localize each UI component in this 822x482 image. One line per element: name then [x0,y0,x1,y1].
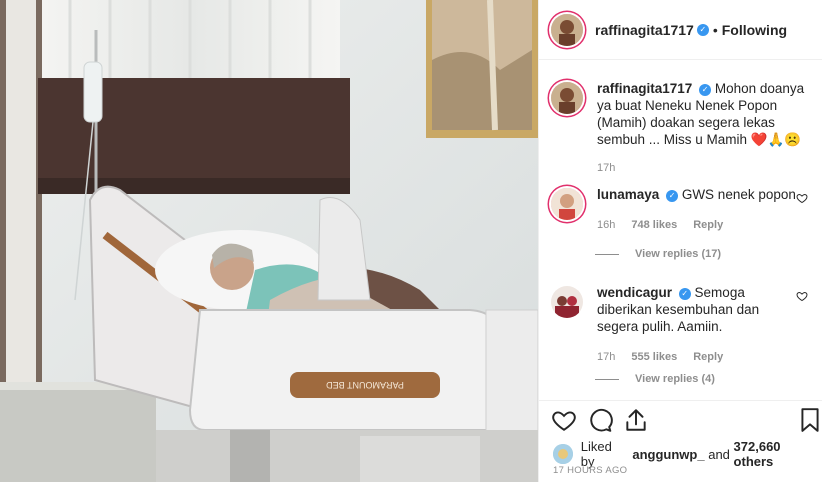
commenter-username[interactable]: wendicagur [597,285,672,300]
post-photo: PARAMOUNT BED [0,0,538,482]
bookmark-icon[interactable] [797,407,822,433]
view-replies-line [595,253,619,255]
view-replies-line [595,378,619,380]
comment-text: GWS nenek popon [681,187,796,202]
avatar-image [553,444,573,464]
view-replies-label: View replies (17) [635,248,722,260]
caption-username[interactable]: raffinagita1717 [597,81,692,96]
comments-list: raffinagita1717 ✓ Mohon doanya ya buat N… [539,60,822,400]
commenter-avatar[interactable] [551,286,583,318]
verified-badge-icon: ✓ [699,84,712,96]
verified-badge-icon: ✓ [696,23,709,36]
post-header: raffinagita1717 ✓ • Following [539,0,822,60]
avatar-image [551,13,583,46]
comment-likes[interactable]: 748 likes [631,217,677,234]
post-sidebar: raffinagita1717 ✓ • Following raffinagit… [538,0,822,482]
commenter-username[interactable]: lunamaya [597,187,659,202]
caption: raffinagita1717 ✓ Mohon doanya ya buat N… [551,80,816,177]
share-paper-plane-icon[interactable] [623,407,649,433]
view-replies-label: View replies (4) [635,373,715,385]
caption-avatar[interactable] [551,82,583,114]
comment-bubble-icon[interactable] [587,407,613,433]
comment-item: wendicagur ✓ Semoga diberikan kesembuhan… [551,284,816,366]
avatar-image [551,188,583,220]
view-replies-button[interactable]: View replies (17) [595,248,721,260]
small-heart-icon[interactable] [796,290,808,302]
reply-button[interactable]: Reply [693,217,723,234]
comment-time[interactable]: 17h [597,349,615,366]
following-button[interactable]: Following [722,22,787,38]
avatar-image [551,82,583,114]
bed-brand-label: PARAMOUNT BED [326,380,404,390]
separator-dot: • [712,21,718,38]
liker-username[interactable]: anggunwp_ [632,447,704,462]
commenter-avatar[interactable] [551,188,583,220]
post-timestamp[interactable]: 17 HOURS AGO [553,465,627,476]
verified-badge-icon: ✓ [678,288,691,300]
post-actions: Liked by anggunwp_ and 372,660 others 17… [539,400,822,482]
reply-button[interactable]: Reply [693,349,723,366]
author-username[interactable]: raffinagita1717 [595,22,694,38]
likes-count[interactable]: 372,660 others [734,439,822,469]
caption-emoji: ❤️🙏☹️ [750,132,802,147]
comment-likes[interactable]: 555 likes [631,349,677,366]
heart-outline-icon[interactable] [551,407,577,433]
avatar-image [551,286,583,318]
comment-time[interactable]: 16h [597,217,615,234]
caption-time[interactable]: 17h [597,160,615,177]
view-replies-button[interactable]: View replies (4) [595,373,715,385]
small-heart-icon[interactable] [796,192,808,204]
author-avatar[interactable] [551,13,583,46]
hospital-bed-photo: PARAMOUNT BED [0,0,538,482]
verified-badge-icon: ✓ [666,190,679,202]
liker-avatar[interactable] [553,444,573,464]
liked-by-joiner: and [708,446,730,462]
comment-item: lunamaya ✓ GWS nenek popon 16h 748 likes… [551,186,816,234]
